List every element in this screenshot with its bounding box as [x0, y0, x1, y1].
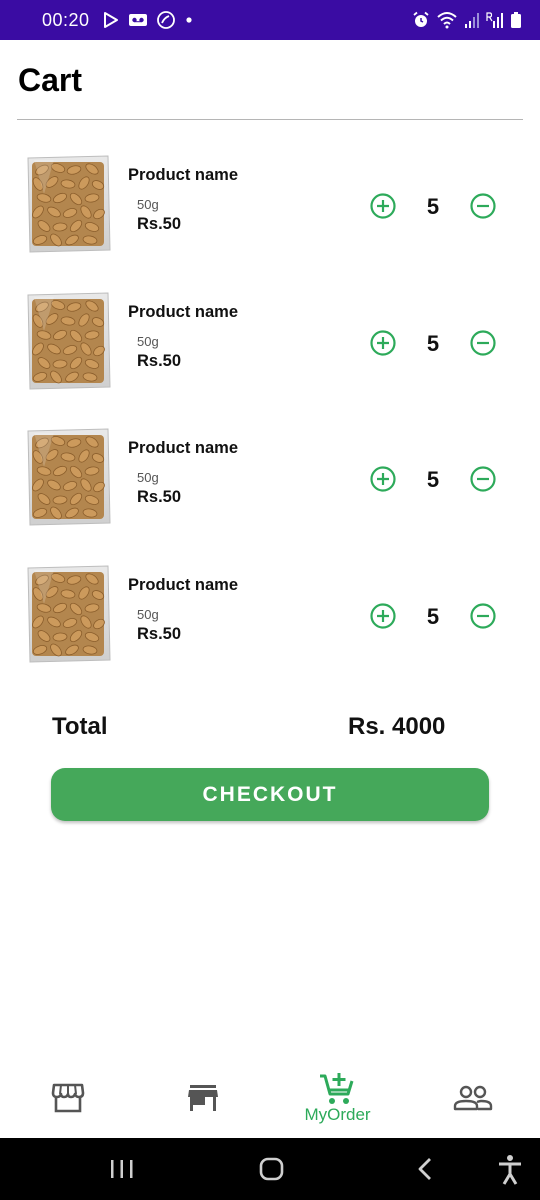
nav-item-people[interactable] — [405, 1060, 540, 1138]
almond-pack-image — [24, 564, 112, 664]
nav-item-store[interactable] — [135, 1060, 270, 1138]
signal-roaming-icon — [486, 11, 504, 29]
total-value: Rs. 4000 — [348, 713, 446, 740]
status-bar: 00:20 — [0, 0, 540, 40]
nav-item-storefront[interactable] — [0, 1060, 135, 1138]
product-name: Product name — [128, 575, 239, 594]
quantity-value: 5 — [426, 194, 440, 219]
page-title: Cart — [18, 62, 83, 98]
voicemail-icon — [128, 11, 148, 29]
plus-circle-icon[interactable] — [370, 329, 396, 356]
nav-item-myorder[interactable]: MyOrder — [270, 1060, 405, 1138]
quantity-value: 5 — [426, 603, 440, 629]
product-weight: 50g — [137, 470, 159, 485]
header-divider — [17, 119, 523, 120]
product-price: Rs.50 — [137, 351, 182, 370]
signal-icon — [464, 11, 480, 29]
product-weight: 50g — [137, 606, 159, 622]
nav-label-myorder: MyOrder — [304, 1105, 371, 1124]
status-time: 00:20 — [42, 9, 90, 30]
product-price: Rs.50 — [137, 215, 182, 233]
product-weight: 50g — [137, 333, 159, 349]
product-price: Rs.50 — [137, 624, 182, 643]
dot-icon — [184, 15, 194, 25]
plus-circle-icon[interactable] — [370, 602, 396, 629]
cart-item: Product name 50g Rs.50 5 — [0, 287, 540, 424]
total-label: Total — [52, 713, 108, 740]
product-name: Product name — [128, 302, 239, 321]
cart-item: Product name 50g Rs.50 5 — [0, 560, 540, 697]
wifi-icon — [436, 11, 458, 29]
quantity-value: 5 — [426, 330, 440, 356]
back-icon[interactable] — [402, 1138, 446, 1200]
play-store-icon — [102, 11, 120, 29]
almond-pack-image — [24, 291, 112, 391]
status-right-icons — [412, 11, 522, 29]
bottom-nav: MyOrder — [0, 1060, 540, 1138]
alarm-icon — [412, 11, 430, 29]
status-left-icons — [102, 10, 194, 30]
people-icon — [453, 1085, 493, 1111]
checkout-button[interactable]: CHECKOUT — [51, 768, 489, 821]
home-icon[interactable] — [250, 1138, 294, 1200]
minus-circle-icon[interactable] — [470, 193, 496, 219]
product-weight: 50g — [137, 197, 159, 212]
product-price: Rs.50 — [137, 488, 182, 506]
cart-item: Product name 50g Rs.50 5 — [0, 423, 540, 560]
plus-circle-icon[interactable] — [370, 193, 396, 219]
product-name: Product name — [128, 166, 239, 184]
minus-circle-icon[interactable] — [470, 466, 496, 492]
cart-list: Product name 50g Rs.50 5 Product name 50… — [0, 150, 540, 696]
accessibility-icon[interactable] — [488, 1138, 532, 1200]
store-icon — [188, 1085, 218, 1111]
almond-pack-image — [24, 427, 112, 527]
cart-item: Product name 50g Rs.50 5 — [0, 150, 540, 287]
cart-add-icon — [320, 1073, 354, 1104]
plus-circle-icon[interactable] — [370, 466, 396, 492]
recents-icon[interactable] — [100, 1138, 144, 1200]
missed-call-icon — [156, 10, 176, 30]
battery-icon — [510, 11, 522, 29]
minus-circle-icon[interactable] — [470, 329, 496, 356]
quantity-value: 5 — [426, 467, 440, 492]
almond-pack-image — [24, 154, 112, 254]
minus-circle-icon[interactable] — [470, 602, 496, 629]
system-nav-bar — [0, 1138, 540, 1200]
storefront-icon — [51, 1083, 85, 1113]
product-name: Product name — [128, 439, 239, 457]
